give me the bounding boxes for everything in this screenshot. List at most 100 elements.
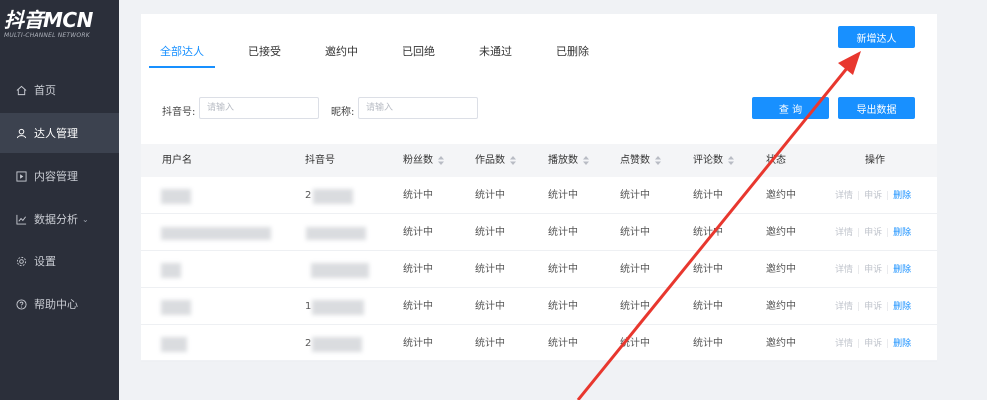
sidebar-item-content-management[interactable]: 内容管理 xyxy=(0,156,119,196)
main-card: 全部达人 已接受 邀约中 已回绝 未通过 已删除 新增达人 抖音号: 请输入 昵… xyxy=(141,14,937,362)
sort-icon[interactable] xyxy=(510,155,516,165)
column-likes[interactable]: 点赞数 xyxy=(620,144,661,177)
redacted-username xyxy=(161,227,271,240)
divider: | xyxy=(886,339,890,349)
appeal-link[interactable]: 申诉 xyxy=(864,339,882,349)
gear-icon xyxy=(14,254,28,268)
sidebar-item-data-analysis[interactable]: 数据分析 ⌄ xyxy=(0,199,119,239)
sidebar-item-label: 达人管理 xyxy=(34,127,78,140)
appeal-link[interactable]: 申诉 xyxy=(864,191,882,201)
redacted-douyin-id xyxy=(312,300,364,315)
user-icon xyxy=(14,126,28,140)
tab-all-talent[interactable]: 全部达人 xyxy=(149,44,215,68)
query-button[interactable]: 查 询 xyxy=(752,97,829,119)
douyin-id-prefix: 2 xyxy=(305,338,312,349)
likes-value: 统计中 xyxy=(620,301,650,312)
detail-link[interactable]: 详情 xyxy=(835,265,853,275)
works-value: 统计中 xyxy=(475,338,505,349)
works-value: 统计中 xyxy=(475,190,505,201)
divider: | xyxy=(886,265,890,275)
plays-value: 统计中 xyxy=(548,264,578,275)
tab-inviting[interactable]: 邀约中 xyxy=(325,44,358,68)
redacted-username xyxy=(161,337,187,352)
plays-value: 统计中 xyxy=(548,338,578,349)
tab-declined[interactable]: 已回绝 xyxy=(402,44,435,68)
logo: 抖音MCN MULTI-CHANNEL NETWORK xyxy=(0,8,119,39)
status-value: 邀约中 xyxy=(766,227,796,238)
column-comments[interactable]: 评论数 xyxy=(693,144,734,177)
column-plays-label: 播放数 xyxy=(548,155,578,166)
redacted-username xyxy=(161,189,191,204)
delete-link[interactable]: 删除 xyxy=(893,228,911,238)
sidebar-item-label: 内容管理 xyxy=(34,170,78,183)
divider: | xyxy=(886,191,890,201)
status-value: 邀约中 xyxy=(766,338,796,349)
line-chart-icon xyxy=(14,212,28,226)
column-comments-label: 评论数 xyxy=(693,155,723,166)
add-talent-button[interactable]: 新增达人 xyxy=(838,26,915,48)
logo-title: 抖音MCN xyxy=(4,8,93,32)
column-fans-label: 粉丝数 xyxy=(403,155,433,166)
redacted-douyin-id xyxy=(312,337,362,352)
divider: | xyxy=(857,302,861,312)
douyin-id-input[interactable]: 请输入 xyxy=(199,97,319,119)
row-actions: 详情 | 申诉 | 删除 xyxy=(835,289,911,325)
likes-value: 统计中 xyxy=(620,190,650,201)
tab-deleted[interactable]: 已删除 xyxy=(556,44,589,68)
status-value: 邀约中 xyxy=(766,190,796,201)
sort-icon[interactable] xyxy=(728,155,734,165)
divider: | xyxy=(886,228,890,238)
column-actions: 操作 xyxy=(865,155,885,166)
comments-value: 统计中 xyxy=(693,301,723,312)
works-value: 统计中 xyxy=(475,227,505,238)
sort-icon[interactable] xyxy=(583,155,589,165)
delete-link[interactable]: 删除 xyxy=(893,191,911,201)
chevron-down-icon: ⌄ xyxy=(82,214,89,224)
column-status: 状态 xyxy=(766,155,786,166)
appeal-link[interactable]: 申诉 xyxy=(864,228,882,238)
column-works[interactable]: 作品数 xyxy=(475,144,516,177)
sidebar-item-label: 数据分析 xyxy=(34,213,78,226)
play-square-icon xyxy=(14,169,28,183)
sidebar-item-home[interactable]: 首页 xyxy=(0,70,119,110)
sort-icon[interactable] xyxy=(438,155,444,165)
status-value: 邀约中 xyxy=(766,301,796,312)
column-plays[interactable]: 播放数 xyxy=(548,144,589,177)
nickname-input[interactable]: 请输入 xyxy=(358,97,478,119)
detail-link[interactable]: 详情 xyxy=(835,339,853,349)
fans-value: 统计中 xyxy=(403,338,433,349)
column-likes-label: 点赞数 xyxy=(620,155,650,166)
divider: | xyxy=(857,265,861,275)
comments-value: 统计中 xyxy=(693,227,723,238)
comments-value: 统计中 xyxy=(693,264,723,275)
comments-value: 统计中 xyxy=(693,190,723,201)
detail-link[interactable]: 详情 xyxy=(835,228,853,238)
detail-link[interactable]: 详情 xyxy=(835,302,853,312)
redacted-douyin-id xyxy=(313,189,353,204)
redacted-douyin-id xyxy=(306,227,366,240)
delete-link[interactable]: 删除 xyxy=(893,339,911,349)
plays-value: 统计中 xyxy=(548,227,578,238)
sidebar-item-label: 首页 xyxy=(34,84,56,97)
sidebar-item-label: 设置 xyxy=(34,255,56,268)
detail-link[interactable]: 详情 xyxy=(835,191,853,201)
tab-rejected[interactable]: 未通过 xyxy=(479,44,512,68)
fans-value: 统计中 xyxy=(403,190,433,201)
douyin-id-label: 抖音号: xyxy=(162,107,196,118)
sidebar-item-settings[interactable]: 设置 xyxy=(0,241,119,281)
table-row: 2 统计中 统计中 统计中 统计中 统计中 邀约中 详情 | 申诉 | 删除 xyxy=(141,178,937,214)
appeal-link[interactable]: 申诉 xyxy=(864,302,882,312)
appeal-link[interactable]: 申诉 xyxy=(864,265,882,275)
sort-icon[interactable] xyxy=(655,155,661,165)
sidebar-item-talent-management[interactable]: 达人管理 xyxy=(0,113,119,153)
tab-accepted[interactable]: 已接受 xyxy=(248,44,281,68)
likes-value: 统计中 xyxy=(620,227,650,238)
delete-link[interactable]: 删除 xyxy=(893,302,911,312)
delete-link[interactable]: 删除 xyxy=(893,265,911,275)
column-fans[interactable]: 粉丝数 xyxy=(403,144,444,177)
export-data-button[interactable]: 导出数据 xyxy=(838,97,915,119)
works-value: 统计中 xyxy=(475,264,505,275)
redacted-username xyxy=(161,263,181,278)
sidebar-item-help-center[interactable]: 帮助中心 xyxy=(0,284,119,324)
table-header: 用户名 抖音号 粉丝数 作品数 播放数 点赞数 评论数 状态 操作 xyxy=(141,144,937,177)
